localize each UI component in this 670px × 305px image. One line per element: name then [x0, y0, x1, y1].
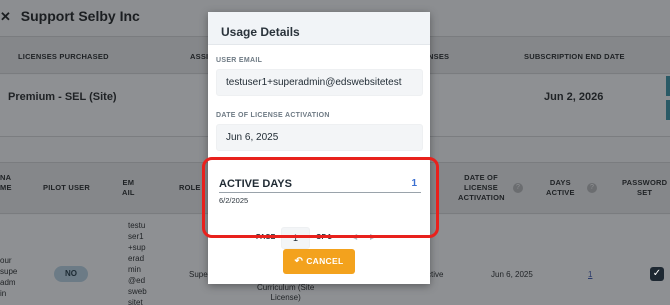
edge-scroll-indicator [666, 100, 670, 120]
undo-icon: ↶ [294, 256, 304, 267]
back-arrow-icon[interactable]: ✕ [0, 9, 11, 24]
user-email: testu ser1 +sup erad min @ed sweb sitet [128, 221, 147, 305]
user-email-label: USER EMAIL [216, 57, 263, 64]
header-days-active: DAYS ACTIVE [546, 178, 575, 197]
header-licenses-purchased: LICENSES PURCHASED [18, 52, 109, 61]
pilot-user-badge: NO [54, 266, 88, 282]
activation-date-field: Jun 6, 2025 [216, 124, 423, 151]
header-licenses: NSES [428, 52, 450, 61]
header-subscription-end-date: SUBSCRIPTION END DATE [524, 52, 625, 61]
subscription-end-date: Jun 2, 2026 [544, 91, 604, 103]
days-active-link[interactable]: 1 [588, 270, 592, 279]
modal-header: Usage Details [208, 12, 430, 45]
page-title: ✕ Support Selby Inc [0, 8, 140, 24]
header-name: NA ME [0, 173, 12, 192]
license-name: Premium - SEL (Site) [8, 91, 117, 103]
help-icon[interactable]: ? [587, 183, 597, 193]
header-role: ROLE [179, 183, 201, 192]
header-assigned: ASSI [190, 52, 209, 61]
header-date-of-license-activation: DATE OF LICENSE ACTIVATION [458, 173, 505, 202]
modal-title: Usage Details [221, 25, 300, 39]
help-icon[interactable]: ? [513, 183, 523, 193]
user-activation-date: Jun 6, 2025 [491, 270, 533, 279]
user-email-field: testuser1+superadmin@edswebsitetest [216, 69, 423, 96]
header-password-set: PASSWORD SET [622, 178, 668, 197]
activation-date-label: DATE OF LICENSE ACTIVATION [216, 112, 330, 119]
header-pilot-user: PILOT USER [43, 183, 91, 192]
edge-scroll-indicator [666, 76, 670, 96]
header-email: EM AIL [122, 178, 135, 197]
cancel-button[interactable]: ↶ CANCEL [283, 249, 355, 274]
usage-details-modal: Usage Details USER EMAIL testuser1+super… [208, 12, 430, 284]
password-set-checkbox[interactable]: ✓ [650, 267, 664, 281]
user-curriculum: Curriculum (Site License) [257, 283, 315, 302]
user-name: our supe adm in [0, 256, 18, 298]
highlight-annotation [202, 157, 439, 238]
